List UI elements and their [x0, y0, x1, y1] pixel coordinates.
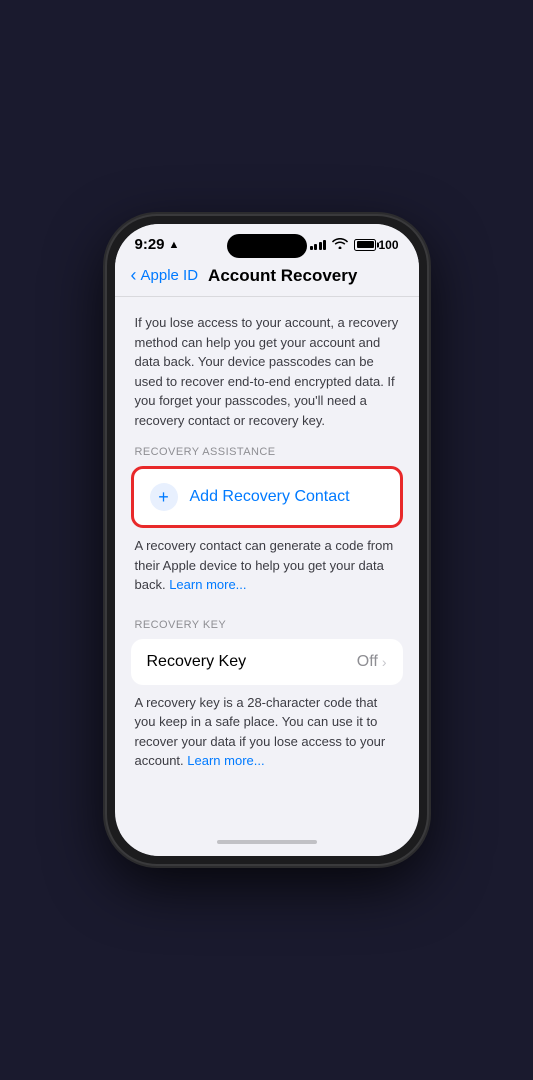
recovery-key-status: Off — [357, 653, 378, 671]
home-bar — [217, 840, 317, 844]
recovery-assistance-learn-more-link[interactable]: Learn more... — [169, 577, 246, 592]
signal-bar-2 — [314, 244, 317, 250]
recovery-key-caption: A recovery key is a 28-character code th… — [115, 685, 419, 787]
page-title: Account Recovery — [208, 266, 357, 286]
recovery-key-label: Recovery Key — [147, 653, 247, 671]
signal-bar-3 — [319, 242, 322, 250]
signal-bars — [310, 240, 327, 250]
signal-bar-1 — [310, 246, 313, 250]
status-icons: 100 — [310, 237, 399, 252]
location-icon: ▲ — [169, 239, 180, 251]
add-recovery-contact-row[interactable]: + Add Recovery Contact — [134, 469, 400, 525]
recovery-key-card[interactable]: Recovery Key Off › — [131, 639, 403, 685]
phone-frame: 9:29 ▲ — [107, 216, 427, 864]
description-text: If you lose access to your account, a re… — [115, 313, 419, 446]
recovery-key-learn-more-link[interactable]: Learn more... — [187, 753, 264, 768]
status-time: 9:29 ▲ — [135, 236, 180, 253]
nav-header: ‹ Apple ID Account Recovery — [115, 259, 419, 297]
add-icon-circle: + — [150, 483, 178, 511]
recovery-key-value: Off › — [357, 653, 387, 671]
battery-icon — [354, 239, 376, 251]
signal-bar-4 — [323, 240, 326, 250]
back-chevron-icon: ‹ — [131, 265, 137, 286]
phone-screen: 9:29 ▲ — [115, 224, 419, 856]
back-button[interactable]: ‹ Apple ID — [131, 265, 199, 286]
content-area: If you lose access to your account, a re… — [115, 297, 419, 832]
plus-icon: + — [158, 488, 169, 506]
back-label: Apple ID — [141, 267, 199, 284]
wifi-icon — [332, 237, 348, 252]
add-recovery-contact-label: Add Recovery Contact — [190, 488, 350, 506]
home-indicator — [115, 832, 419, 856]
add-recovery-contact-card[interactable]: + Add Recovery Contact — [131, 466, 403, 528]
battery-fill — [357, 241, 374, 248]
recovery-key-section-label: RECOVERY KEY — [115, 611, 419, 639]
dynamic-island — [227, 234, 307, 258]
recovery-assistance-section-label: RECOVERY ASSISTANCE — [115, 446, 419, 466]
recovery-assistance-caption: A recovery contact can generate a code f… — [115, 528, 419, 611]
battery-indicator: 100 — [354, 238, 398, 252]
chevron-right-icon: › — [382, 654, 387, 670]
recovery-key-row[interactable]: Recovery Key Off › — [131, 639, 403, 685]
